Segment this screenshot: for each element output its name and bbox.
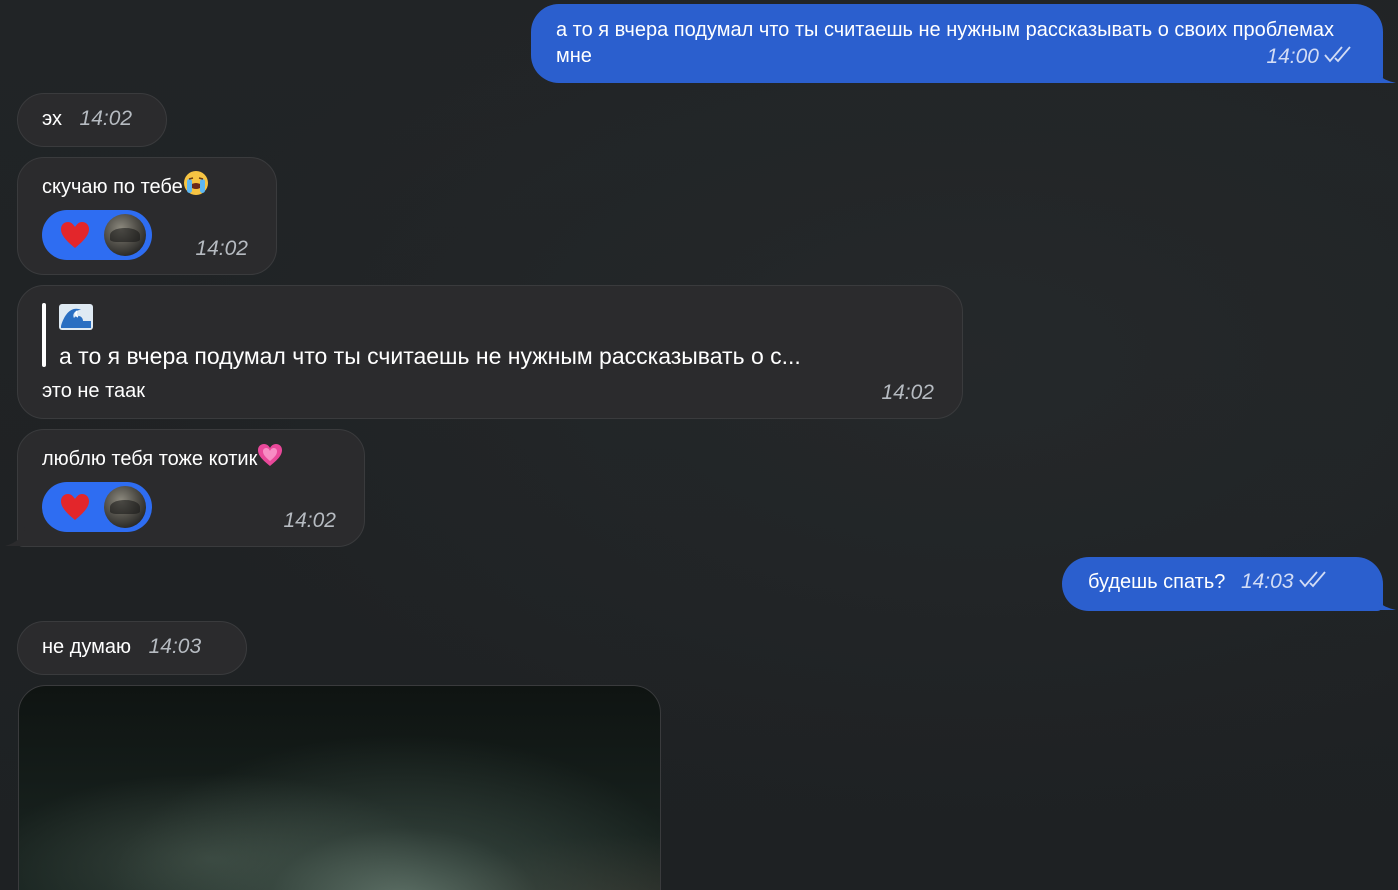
double-check-icon xyxy=(1323,44,1353,71)
bubble-tail xyxy=(5,527,25,546)
red-heart-icon xyxy=(61,494,89,520)
pink-heart-icon xyxy=(258,444,283,466)
message-time: 14:03 xyxy=(148,635,202,658)
message-text: скучаю по тебе xyxy=(42,176,183,198)
incoming-message[interactable]: люблю тебя тоже котик 14:02 xyxy=(17,429,365,547)
reply-quote[interactable]: а то я вчера подумал что ты считаешь не … xyxy=(59,304,801,371)
reaction-pill[interactable] xyxy=(42,482,152,532)
message-time: 14:03 xyxy=(1240,570,1294,593)
reactor-avatar xyxy=(104,486,146,528)
message-time: 14:02 xyxy=(195,237,248,260)
message-text: будешь спать? xyxy=(1088,571,1226,593)
message-text: не думаю xyxy=(42,636,132,658)
message-time: 14:02 xyxy=(79,107,133,130)
incoming-message[interactable]: скучаю по тебе 14:02 xyxy=(17,157,277,275)
message-time: 14:02 xyxy=(881,381,934,404)
bubble-tail xyxy=(1370,58,1396,83)
double-check-icon xyxy=(1298,569,1328,596)
message-text: а то я вчера подумал что ты считаешь не … xyxy=(556,19,1334,67)
message-time: 14:00 xyxy=(1266,44,1319,68)
incoming-message[interactable]: эх 14:02 xyxy=(17,93,167,147)
reply-bar xyxy=(42,303,46,367)
bubble-tail xyxy=(1370,585,1396,610)
message-meta: 14:03 xyxy=(1240,569,1328,596)
message-meta: 14:00 xyxy=(1266,44,1353,71)
message-text: люблю тебя тоже котик xyxy=(42,448,258,470)
outgoing-message[interactable]: а то я вчера подумал что ты считаешь не … xyxy=(531,4,1383,83)
reactor-avatar xyxy=(104,214,146,256)
incoming-message[interactable]: а то я вчера подумал что ты считаешь не … xyxy=(17,285,963,419)
outgoing-message[interactable]: будешь спать? 14:03 xyxy=(1062,557,1383,611)
water-wave-icon xyxy=(59,304,93,330)
red-heart-icon xyxy=(61,222,89,248)
chat-history[interactable]: а то я вчера подумал что ты считаешь не … xyxy=(0,0,1398,890)
message-text: это не таак xyxy=(42,380,146,402)
reply-quote-text: а то я вчера подумал что ты считаешь не … xyxy=(59,343,801,369)
incoming-message[interactable]: не думаю 14:03 xyxy=(17,621,247,675)
message-text: эх xyxy=(42,108,62,130)
message-time: 14:02 xyxy=(283,509,336,532)
media-message[interactable] xyxy=(18,685,661,890)
reaction-pill[interactable] xyxy=(42,210,152,260)
crying-face-icon xyxy=(183,171,208,195)
